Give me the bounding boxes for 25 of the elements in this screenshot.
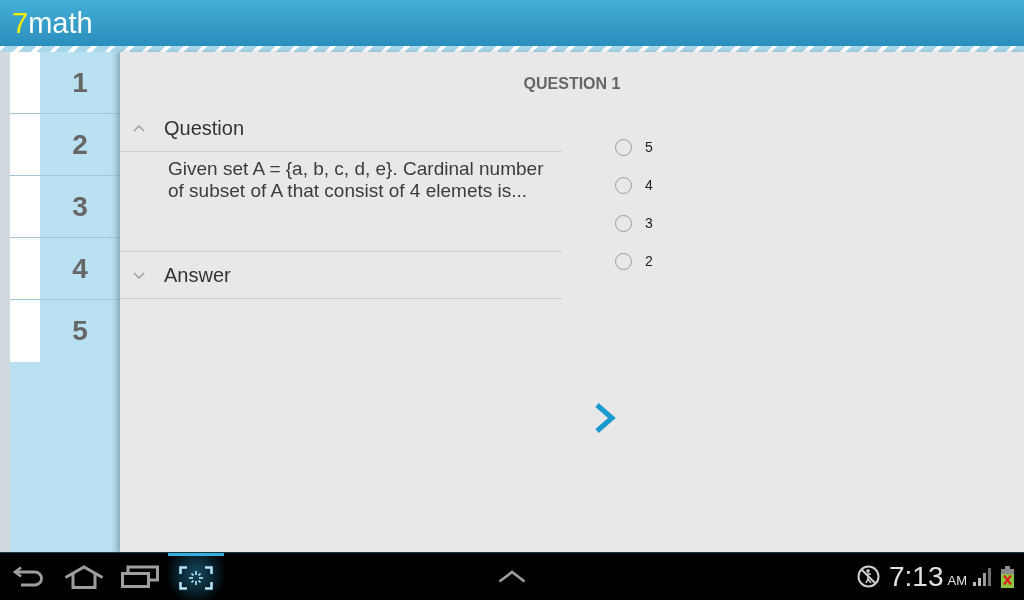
question-heading: QUESTION 1	[523, 74, 621, 94]
signal-bars-icon	[973, 567, 991, 586]
question-number-item[interactable]: 4	[10, 238, 120, 300]
option-label: 3	[645, 213, 653, 233]
section-header[interactable]: Answer	[120, 252, 562, 299]
clock-time: 7:13	[889, 562, 944, 591]
question-number-item[interactable]: 2	[10, 114, 120, 176]
section-header[interactable]: Question	[120, 105, 562, 152]
recent-apps-icon	[121, 565, 159, 588]
blocked-person-icon	[857, 565, 880, 588]
battery-icon	[1001, 565, 1014, 588]
option-label: 2	[645, 251, 653, 271]
clock-meridiem: AM	[947, 574, 967, 587]
question-number-item[interactable]: 1	[10, 52, 120, 114]
app-title: 7math	[12, 8, 93, 38]
option-label: 5	[645, 137, 653, 157]
caret-up-icon	[498, 570, 526, 583]
question-text: Given set A = {a, b, c, d, e}. Cardinal number of subset of A that consist of 4 elemets is...	[168, 158, 545, 202]
screenshot-button[interactable]	[168, 553, 224, 600]
option-label: 4	[645, 175, 653, 195]
frame-corners-icon	[179, 566, 213, 590]
back-icon	[12, 566, 44, 587]
chevron-right-icon	[593, 402, 617, 434]
question-number-item[interactable]: 3	[10, 176, 120, 238]
home-icon	[64, 564, 104, 589]
